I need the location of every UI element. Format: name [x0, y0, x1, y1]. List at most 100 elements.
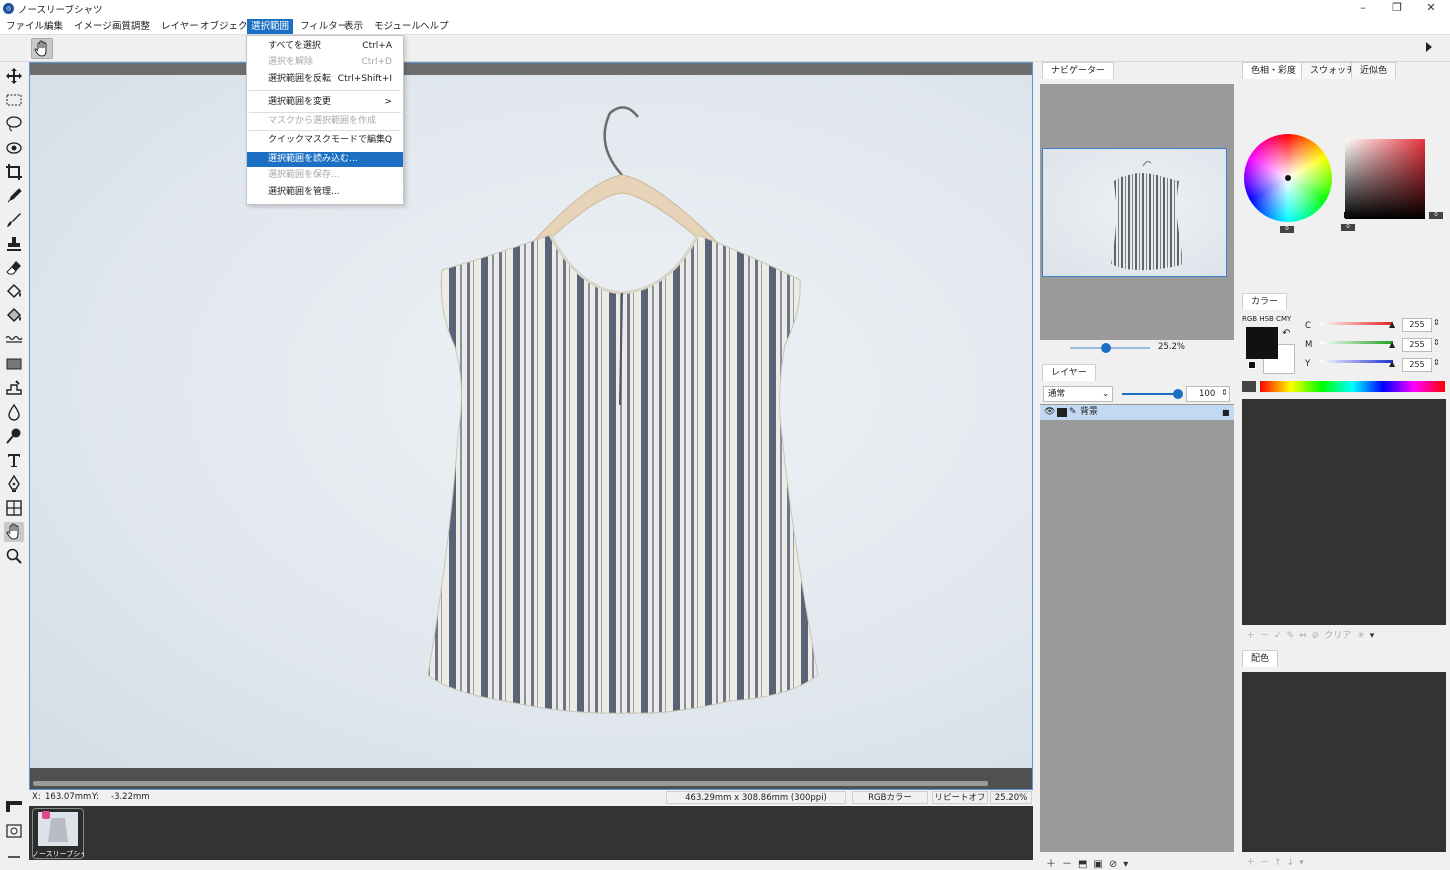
menu-manage-selection[interactable]: 選択範囲を管理... [247, 185, 403, 200]
expand-panel-arrow-icon[interactable] [1426, 42, 1432, 52]
pen-icon[interactable] [4, 474, 24, 494]
minimize-icon[interactable]: – [1346, 0, 1380, 17]
palette-menu-icon[interactable]: ▾ [1370, 631, 1380, 641]
tab-haishoku[interactable]: 配色 [1242, 650, 1279, 667]
menu-edit[interactable]: 編集 [40, 19, 67, 34]
gradient-bucket-icon[interactable] [4, 306, 24, 326]
dodge-icon[interactable] [4, 426, 24, 446]
saturation-value-square[interactable] [1345, 139, 1425, 219]
zoom-level[interactable]: 25.20% [990, 791, 1032, 804]
zoom-icon[interactable] [4, 546, 24, 566]
slider-c-value[interactable]: 255 [1402, 318, 1432, 332]
menu-help[interactable]: ヘルプ [416, 19, 453, 34]
add-layer-icon[interactable]: ＋ [1046, 859, 1062, 870]
reset-colors-icon[interactable] [1248, 361, 1256, 369]
shape-rect-icon[interactable] [4, 354, 24, 374]
blend-mode-select[interactable]: 通常 ⌄ [1043, 386, 1113, 402]
fill-bucket-icon[interactable] [4, 282, 24, 302]
stepper-icon[interactable]: ⇕ [1221, 386, 1228, 400]
swap-icon[interactable]: ⇔ [1299, 631, 1312, 641]
color-scheme-area[interactable] [1242, 672, 1446, 852]
stamp-icon[interactable] [4, 234, 24, 254]
eyedropper-icon[interactable] [4, 186, 24, 206]
color-spectrum-bar[interactable] [1260, 381, 1445, 392]
hand-icon[interactable] [4, 522, 24, 542]
mask-icon[interactable]: ⬒ [1078, 859, 1093, 870]
menu-quick-mask[interactable]: クイックマスクモードで編集 Q [247, 133, 403, 148]
slider-y-marker-icon[interactable]: ▲ [1389, 359, 1395, 368]
sv-marker[interactable] [1344, 212, 1350, 218]
tab-hue-saturation[interactable]: 色相・彩度 [1242, 62, 1306, 79]
screen-mode-icon[interactable] [5, 824, 23, 838]
add-scheme-icon[interactable]: ＋ [1246, 858, 1260, 868]
foreground-color-swatch[interactable] [1246, 327, 1278, 359]
settings-icon[interactable]: ✳ [1357, 631, 1370, 641]
grid-transform-icon[interactable] [4, 498, 24, 518]
layer-row[interactable]: 👁 ✎ 背景 ■ [1040, 405, 1234, 420]
slider-m[interactable] [1320, 341, 1393, 344]
color-palette-area[interactable] [1242, 399, 1446, 625]
link-icon[interactable]: ⊘ [1109, 859, 1123, 870]
brush-icon[interactable] [4, 210, 24, 230]
slider-c[interactable] [1320, 322, 1393, 325]
document-canvas[interactable] [30, 75, 1032, 768]
color-mode[interactable]: RGBカラー [852, 791, 928, 804]
slider-m-marker-icon[interactable]: ▲ [1389, 340, 1395, 349]
tab-navigator[interactable]: ナビゲーター [1042, 62, 1115, 79]
menu-load-selection[interactable]: 選択範囲を読み込む... [247, 152, 403, 167]
clear-palette-button[interactable]: クリア [1324, 631, 1351, 641]
slider-y-value[interactable]: 255 [1402, 358, 1432, 372]
tab-similar-colors[interactable]: 近似色 [1351, 62, 1397, 79]
wave-icon[interactable] [4, 330, 24, 350]
object-stamp-icon[interactable] [4, 378, 24, 398]
opacity-input[interactable]: 100 ⇕ [1186, 386, 1230, 402]
delete-layer-icon[interactable]: － [1062, 859, 1078, 870]
restore-icon[interactable]: ❐ [1380, 0, 1414, 17]
menu-select-all[interactable]: すべてを選択 Ctrl+A [247, 39, 403, 54]
repeat-mode[interactable]: リピートオフ [932, 791, 988, 804]
slider-c-marker-icon[interactable]: ▲ [1389, 320, 1395, 329]
stepper-m-icon[interactable]: ⇕ [1433, 338, 1440, 347]
eraser-icon[interactable] [4, 258, 24, 278]
reset-icon[interactable]: ⊘ [1312, 631, 1325, 641]
tab-layers[interactable]: レイヤー [1042, 364, 1096, 381]
edit-icon[interactable]: ✎ [1287, 631, 1300, 641]
check-icon[interactable]: ✓ [1274, 631, 1287, 641]
magic-select-icon[interactable] [4, 138, 24, 158]
menu-adjust[interactable]: 画質調整 [108, 19, 154, 34]
layer-menu-icon[interactable]: ▾ [1123, 859, 1134, 870]
stepper-c-icon[interactable]: ⇕ [1433, 318, 1440, 327]
stepper-y-icon[interactable]: ⇕ [1433, 358, 1440, 367]
swap-colors-icon[interactable]: ↶ [1282, 328, 1290, 339]
menu-view[interactable]: 表示 [340, 19, 367, 34]
scheme-menu-icon[interactable]: ▾ [1299, 858, 1309, 868]
lasso-icon[interactable] [4, 114, 24, 134]
slider-y[interactable] [1320, 360, 1393, 363]
navigator-zoom-slider[interactable] [1101, 343, 1111, 353]
rect-select-icon[interactable] [4, 90, 24, 110]
slider-m-value[interactable]: 255 [1402, 338, 1432, 352]
down-icon[interactable]: ↓ [1287, 858, 1300, 868]
text-icon[interactable] [4, 450, 24, 470]
add-swatch-icon[interactable]: ＋ [1246, 631, 1260, 641]
crop-icon[interactable] [4, 162, 24, 182]
navigator-preview[interactable] [1042, 148, 1227, 277]
move-tool-icon[interactable] [4, 66, 24, 86]
current-color-chip[interactable] [1242, 381, 1256, 392]
remove-swatch-icon[interactable]: － [1260, 631, 1274, 641]
opacity-slider[interactable] [1173, 389, 1183, 399]
eye-icon[interactable]: 👁 [1044, 405, 1055, 420]
close-icon[interactable]: ✕ [1414, 0, 1448, 17]
tab-color[interactable]: カラー [1242, 293, 1288, 310]
lock-layer-icon[interactable]: ▣ [1093, 859, 1108, 870]
menu-invert-selection[interactable]: 選択範囲を反転 Ctrl+Shift+I [247, 72, 403, 87]
wheel-marker[interactable] [1285, 175, 1291, 181]
up-icon[interactable]: ↑ [1274, 858, 1287, 868]
collapse-icon[interactable] [5, 850, 23, 864]
horizontal-scrollbar[interactable] [33, 781, 988, 786]
hand-option-button[interactable] [31, 38, 53, 59]
ruler-icon[interactable] [5, 799, 23, 813]
drop-icon[interactable] [4, 402, 24, 422]
color-mode-switch[interactable]: RGB HSB CMY [1242, 315, 1291, 323]
remove-scheme-icon[interactable]: － [1260, 858, 1274, 868]
